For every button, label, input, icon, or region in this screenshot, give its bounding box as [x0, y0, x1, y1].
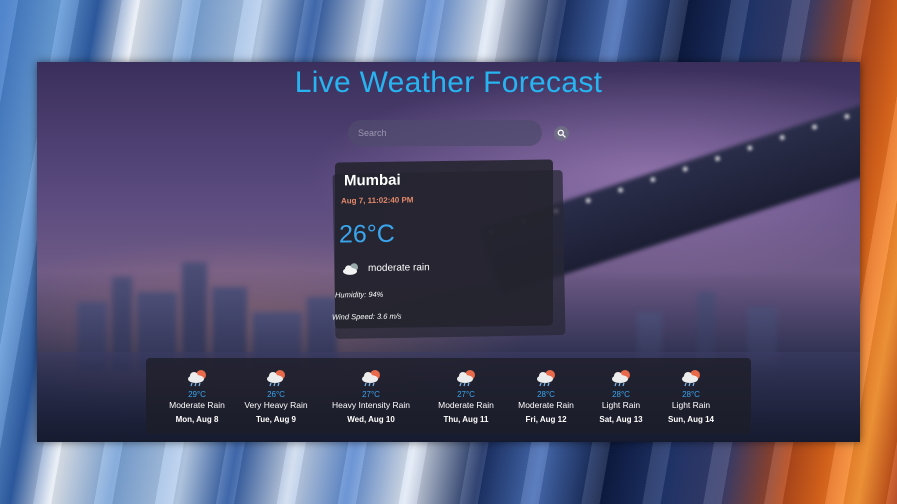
rain-sun-icon [188, 370, 206, 387]
forecast-desc: Light Rain [671, 400, 711, 410]
forecast-date: Thu, Aug 11 [443, 415, 489, 424]
forecast-date: Tue, Aug 9 [256, 415, 296, 424]
forecast-day: 27°C Moderate Rain Thu, Aug 11 [421, 368, 511, 424]
rain-sun-icon [537, 370, 555, 387]
forecast-temp: 27°C [362, 390, 380, 399]
page-title: Live Weather Forecast [294, 66, 603, 99]
forecast-strip: 29°C Moderate Rain Mon, Aug 8 26°C Very … [146, 358, 751, 434]
forecast-temp: 28°C [682, 390, 700, 399]
city-name: Mumbai [344, 171, 401, 190]
weather-app: Live Weather Forecast Mumbai Aug 7, 11:0… [37, 62, 860, 442]
forecast-desc: Heavy Intensity Rain [332, 400, 410, 410]
rain-sun-icon [612, 370, 630, 387]
current-datetime: Aug 7, 11:02:40 PM [341, 195, 414, 206]
humidity-value: Humidity: 94% [335, 289, 384, 300]
search-bar [348, 120, 569, 146]
current-temperature: 26°C [339, 219, 395, 249]
wind-speed-value: Wind Speed: 3.6 m/s [332, 311, 402, 322]
rain-sun-icon [457, 370, 475, 387]
forecast-temp: 26°C [267, 390, 285, 399]
forecast-temp: 27°C [457, 390, 475, 399]
forecast-desc: Moderate Rain [169, 400, 225, 410]
rain-sun-icon [362, 370, 380, 387]
forecast-date: Mon, Aug 8 [175, 415, 219, 424]
forecast-day: 27°C Heavy Intensity Rain Wed, Aug 10 [326, 368, 416, 424]
search-input[interactable] [348, 120, 542, 146]
current-condition: moderate rain [342, 261, 430, 275]
forecast-day: 28°C Light Rain Sun, Aug 14 [646, 368, 736, 424]
current-weather-card: Mumbai Aug 7, 11:02:40 PM 26°C moderate … [332, 159, 553, 329]
forecast-desc: Very Heavy Rain [244, 400, 308, 410]
forecast-day: 26°C Very Heavy Rain Tue, Aug 9 [231, 368, 321, 424]
search-icon [557, 129, 566, 138]
forecast-temp: 29°C [188, 390, 206, 399]
rain-sun-icon [267, 370, 285, 387]
cloud-icon [343, 263, 358, 275]
forecast-day: 29°C Moderate Rain Mon, Aug 8 [152, 368, 242, 424]
search-button[interactable] [554, 125, 569, 141]
rain-sun-icon [682, 370, 700, 387]
forecast-date: Wed, Aug 10 [347, 415, 395, 424]
condition-text: moderate rain [368, 262, 430, 275]
forecast-date: Sun, Aug 14 [668, 415, 714, 424]
forecast-desc: Moderate Rain [438, 400, 494, 410]
